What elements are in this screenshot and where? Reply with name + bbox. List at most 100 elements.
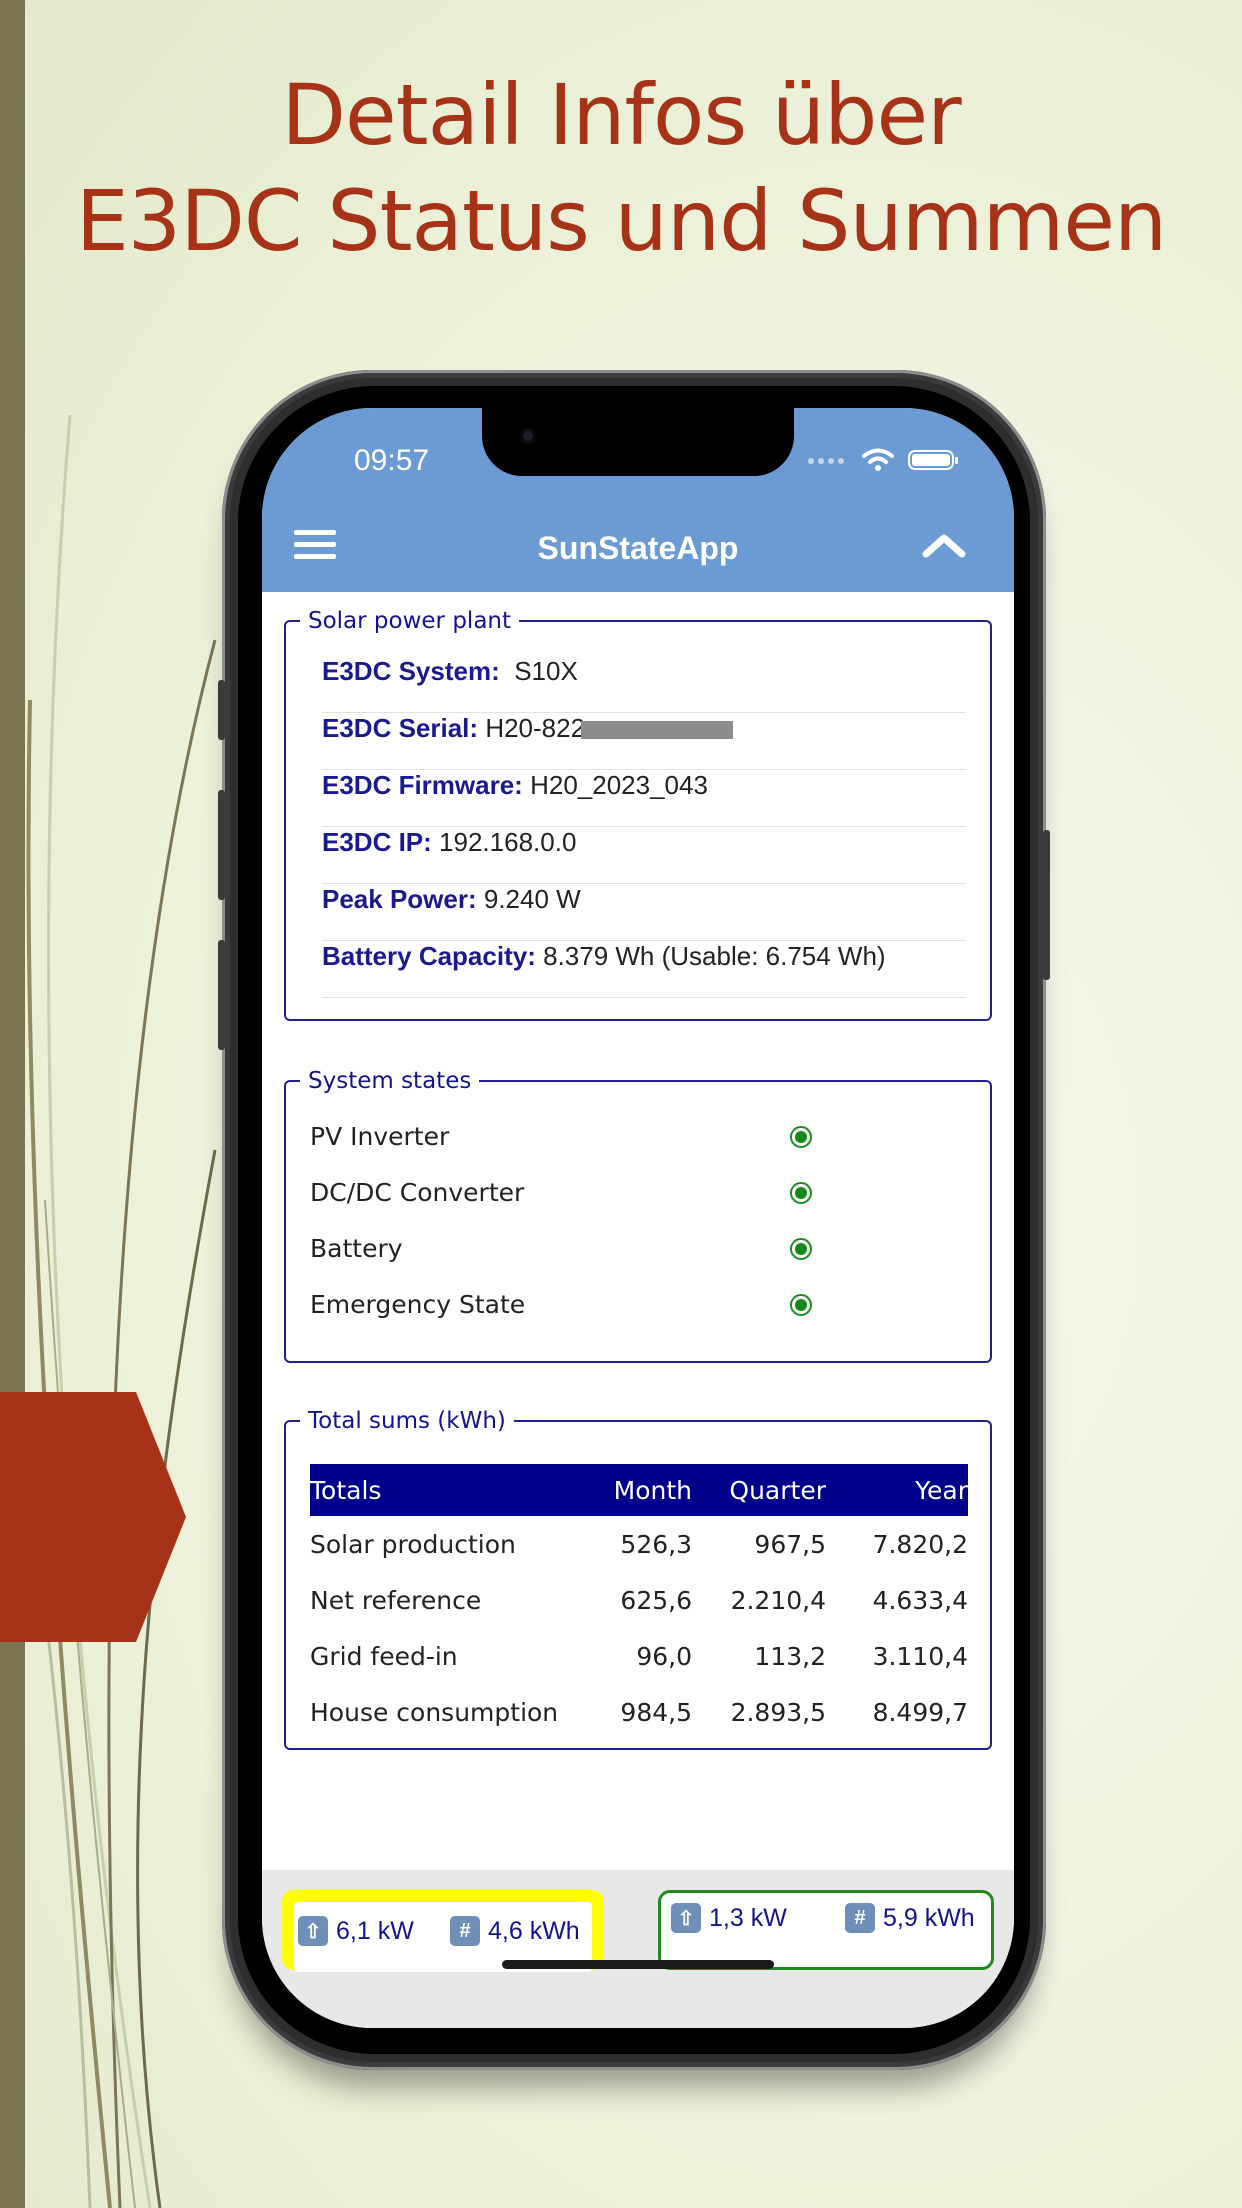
app-bar: 09:57 SunStateApp xyxy=(262,408,1014,592)
grid-energy-pill: # 5,9 kWh xyxy=(845,1903,975,1933)
phone-power-button xyxy=(1043,830,1050,980)
wifi-icon xyxy=(862,448,894,471)
col-header: Year xyxy=(915,1475,968,1505)
redaction-bar xyxy=(581,721,734,740)
chevron-up-icon[interactable] xyxy=(922,530,966,560)
state-label: Emergency State xyxy=(310,1290,526,1319)
col-header: Totals xyxy=(310,1475,382,1505)
row-label: Solar production xyxy=(310,1529,516,1559)
grid-summary-box[interactable]: ⇧ 1,3 kW # 5,9 kWh xyxy=(658,1890,994,1970)
plant-info-row: E3DC System: S10X xyxy=(322,656,966,713)
status-icons xyxy=(808,442,958,478)
arrow-up-icon: ⇧ xyxy=(298,1916,328,1946)
app-title: SunStateApp xyxy=(537,530,739,566)
state-label: Battery xyxy=(310,1234,403,1263)
cell-year: 7.820,2 xyxy=(872,1529,968,1559)
row-label: Net reference xyxy=(310,1585,482,1615)
plant-info-row: E3DC Firmware: H20_2023_043 xyxy=(322,770,966,827)
row-label: House consumption xyxy=(310,1697,559,1727)
cell-month: 96,0 xyxy=(636,1641,692,1671)
notch xyxy=(482,408,794,476)
pv-energy-pill: # 4,6 kWh xyxy=(450,1916,580,1946)
arrow-up-icon: ⇧ xyxy=(671,1903,701,1933)
info-label: Peak Power: xyxy=(322,884,477,914)
home-indicator[interactable] xyxy=(502,1960,774,1969)
state-label: PV Inverter xyxy=(310,1122,450,1151)
phone-frame: 09:57 SunStateApp Solar power plant E3DC… xyxy=(218,370,1050,2070)
table-row: House consumption 984,5 2.893,5 8.499,7 xyxy=(310,1684,968,1740)
hash-icon: # xyxy=(450,1916,480,1946)
phone-volume-down xyxy=(218,940,225,1050)
page-headline: Detail Infos über E3DC Status und Summen xyxy=(0,62,1242,274)
headline-line-1: Detail Infos über xyxy=(281,66,961,164)
info-value: H20-822 xyxy=(485,713,586,743)
system-states-legend: System states xyxy=(308,1068,472,1094)
headline-line-2: E3DC Status und Summen xyxy=(75,172,1168,270)
status-time: 09:57 xyxy=(354,444,430,477)
state-row: Battery xyxy=(310,1234,970,1274)
solar-plant-legend: Solar power plant xyxy=(308,608,512,634)
cell-year: 8.499,7 xyxy=(872,1697,968,1727)
system-states-card: System states PV Inverter DC/DC Converte… xyxy=(284,1068,992,1363)
state-label: DC/DC Converter xyxy=(310,1178,525,1207)
grid-energy-value: 5,9 kWh xyxy=(883,1903,975,1932)
totals-card: Total sums (kWh) Totals Month Quarter Ye… xyxy=(284,1408,992,1750)
col-header: Quarter xyxy=(729,1475,826,1505)
state-row: Emergency State xyxy=(310,1290,970,1330)
cell-quarter: 2.210,4 xyxy=(730,1585,826,1615)
totals-legend: Total sums (kWh) xyxy=(308,1408,506,1434)
solar-plant-card: Solar power plant E3DC System: S10X E3DC… xyxy=(284,608,992,1021)
info-label: E3DC System: xyxy=(322,656,500,686)
plant-info-row: E3DC Serial: H20-822 xyxy=(322,713,966,770)
info-label: E3DC Firmware: xyxy=(322,770,523,800)
cell-quarter: 967,5 xyxy=(754,1529,826,1559)
info-label: E3DC IP: xyxy=(322,827,432,857)
info-label: E3DC Serial: xyxy=(322,713,479,743)
hash-icon: # xyxy=(845,1903,875,1933)
decorative-arrow-shape xyxy=(0,1392,186,1642)
cell-year: 3.110,4 xyxy=(872,1641,968,1671)
totals-header-row: Totals Month Quarter Year xyxy=(310,1464,968,1516)
bottom-status-bar: ⇧ 6,1 kW # 4,6 kWh ⇧ 1,3 kW # 5,9 kWh xyxy=(262,1870,1014,2028)
pv-energy-value: 4,6 kWh xyxy=(488,1916,580,1945)
state-row: PV Inverter xyxy=(310,1122,970,1162)
plant-info-row: E3DC IP: 192.168.0.0 xyxy=(322,827,966,884)
cell-month: 984,5 xyxy=(620,1697,692,1727)
status-ok-icon xyxy=(790,1182,812,1204)
table-row: Net reference 625,6 2.210,4 4.633,4 xyxy=(310,1572,968,1628)
col-header: Month xyxy=(613,1475,692,1505)
cell-month: 625,6 xyxy=(620,1585,692,1615)
table-row: Grid feed-in 96,0 113,2 3.110,4 xyxy=(310,1628,968,1684)
table-row: Solar production 526,3 967,5 7.820,2 xyxy=(310,1516,968,1572)
info-value: 8.379 Wh (Usable: 6.754 Wh) xyxy=(543,941,886,971)
plant-info-row: Battery Capacity: 8.379 Wh (Usable: 6.75… xyxy=(322,941,966,998)
decorative-grass-lines xyxy=(23,414,217,2208)
phone-screen: 09:57 SunStateApp Solar power plant E3DC… xyxy=(262,408,1014,2028)
status-ok-icon xyxy=(790,1238,812,1260)
row-label: Grid feed-in xyxy=(310,1641,458,1671)
phone-silent-switch xyxy=(218,680,225,740)
plant-info-row: Peak Power: 9.240 W xyxy=(322,884,966,941)
cell-quarter: 2.893,5 xyxy=(730,1697,826,1727)
cell-quarter: 113,2 xyxy=(754,1641,826,1671)
phone-volume-up xyxy=(218,790,225,900)
totals-table: Totals Month Quarter Year Solar producti… xyxy=(310,1464,968,1740)
cell-year: 4.633,4 xyxy=(872,1585,968,1615)
pv-power-value: 6,1 kW xyxy=(336,1916,414,1945)
grid-power-pill: ⇧ 1,3 kW xyxy=(671,1903,787,1933)
status-ok-icon xyxy=(790,1126,812,1148)
front-camera xyxy=(520,428,536,444)
signal-dots-icon xyxy=(808,451,848,469)
pv-power-pill: ⇧ 6,1 kW xyxy=(298,1916,414,1946)
info-value: S10X xyxy=(514,656,578,686)
battery-icon xyxy=(908,450,958,470)
info-value: H20_2023_043 xyxy=(530,770,708,800)
grid-power-value: 1,3 kW xyxy=(709,1903,787,1932)
pv-summary-box[interactable]: ⇧ 6,1 kW # 4,6 kWh xyxy=(282,1890,604,1972)
info-value: 9.240 W xyxy=(483,884,581,914)
info-label: Battery Capacity: xyxy=(322,941,536,971)
state-row: DC/DC Converter xyxy=(310,1178,970,1218)
status-ok-icon xyxy=(790,1294,812,1316)
info-value: 192.168.0.0 xyxy=(439,827,577,857)
cell-month: 526,3 xyxy=(620,1529,692,1559)
